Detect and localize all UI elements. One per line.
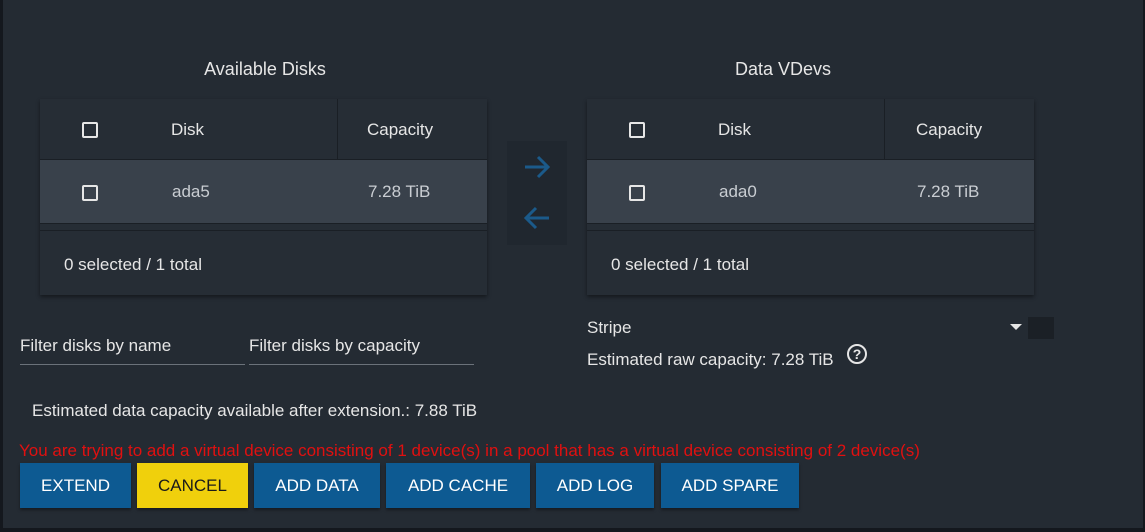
- table-row[interactable]: ada5 7.28 TiB: [40, 160, 487, 224]
- cancel-button[interactable]: CANCEL: [137, 463, 248, 508]
- available-disks-table: Disk Capacity ada5 7.28 TiB 0 selected /…: [40, 99, 487, 295]
- add-cache-button[interactable]: ADD CACHE: [386, 463, 530, 508]
- add-data-button[interactable]: ADD DATA: [254, 463, 380, 508]
- select-all-checkbox[interactable]: [629, 122, 645, 138]
- column-divider: [337, 99, 338, 159]
- arrow-right-icon[interactable]: [521, 151, 553, 183]
- add-spare-button[interactable]: ADD SPARE: [661, 463, 799, 508]
- row-checkbox[interactable]: [629, 185, 645, 201]
- available-disks-title: Available Disks: [204, 59, 326, 79]
- table-footer: 0 selected / 1 total: [587, 230, 1034, 296]
- vdev-mismatch-warning: You are trying to add a virtual device c…: [19, 441, 920, 460]
- column-header-capacity[interactable]: Capacity: [916, 120, 982, 140]
- caret-down-icon[interactable]: [1010, 324, 1022, 330]
- select-all-checkbox[interactable]: [82, 122, 98, 138]
- dropdown-toggle[interactable]: [1028, 317, 1054, 339]
- move-buttons: [507, 141, 567, 245]
- table-header: Disk Capacity: [587, 99, 1034, 160]
- estimated-data-capacity: Estimated data capacity available after …: [32, 401, 478, 420]
- table-footer: 0 selected / 1 total: [40, 230, 487, 296]
- vdev-layout-select[interactable]: Stripe: [587, 318, 631, 338]
- table-row[interactable]: ada0 7.28 TiB: [587, 160, 1034, 224]
- extend-button[interactable]: EXTEND: [20, 463, 131, 508]
- arrow-left-icon[interactable]: [521, 202, 553, 234]
- data-vdevs-table: Disk Capacity ada0 7.28 TiB 0 selected /…: [587, 99, 1034, 295]
- data-vdevs-title: Data VDevs: [734, 59, 832, 79]
- estimated-raw-capacity: Estimated raw capacity: 7.28 TiB: [587, 350, 834, 369]
- column-header-capacity[interactable]: Capacity: [367, 120, 433, 140]
- filter-by-capacity-input[interactable]: Filter disks by capacity: [249, 336, 474, 365]
- selection-count: 0 selected / 1 total: [611, 255, 749, 274]
- column-header-disk[interactable]: Disk: [171, 120, 204, 140]
- row-checkbox[interactable]: [82, 185, 98, 201]
- disk-capacity: 7.28 TiB: [368, 182, 431, 201]
- disk-name: ada0: [719, 182, 757, 201]
- column-header-disk[interactable]: Disk: [718, 120, 751, 140]
- column-divider: [884, 99, 885, 159]
- help-circle-icon[interactable]: ?: [847, 344, 867, 364]
- selection-count: 0 selected / 1 total: [64, 255, 202, 274]
- disk-capacity: 7.28 TiB: [917, 182, 980, 201]
- disk-name: ada5: [172, 182, 210, 201]
- table-header: Disk Capacity: [40, 99, 487, 160]
- add-log-button[interactable]: ADD LOG: [536, 463, 654, 508]
- filter-by-name-input[interactable]: Filter disks by name: [20, 336, 245, 365]
